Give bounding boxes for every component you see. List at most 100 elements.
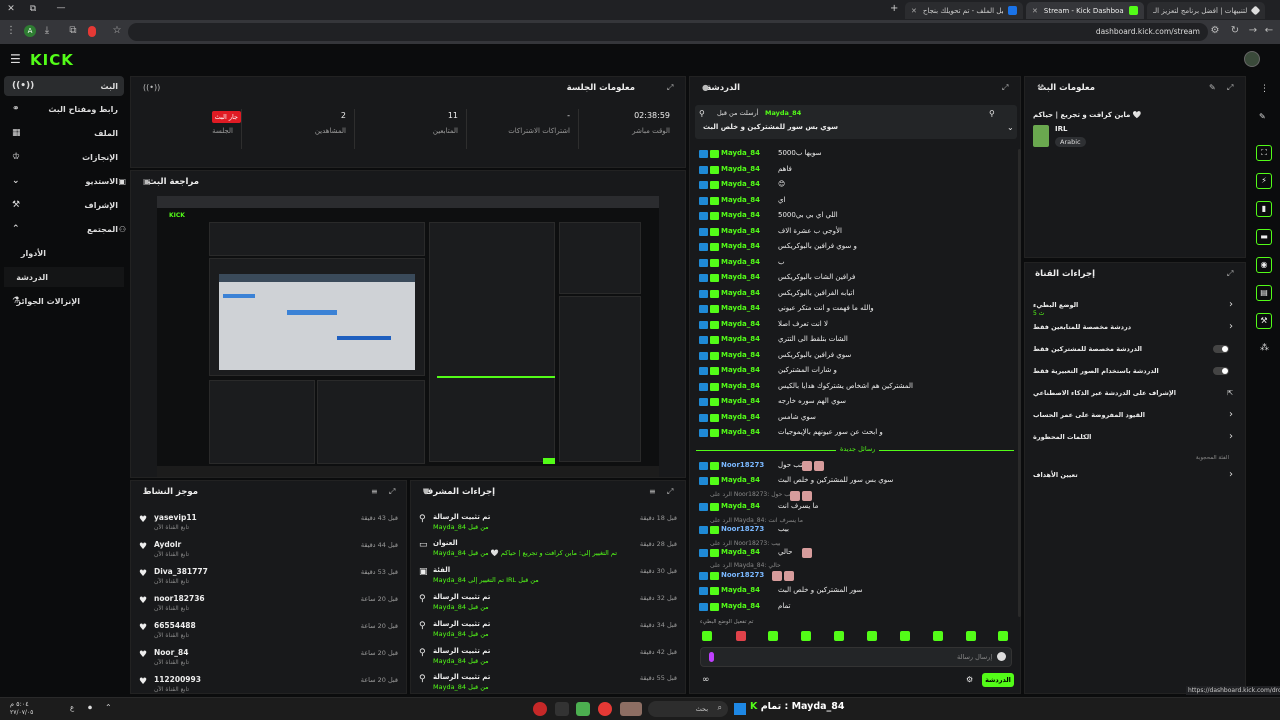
sidebar-item-stream[interactable]: ((•)) البث	[4, 76, 124, 96]
emote-icon[interactable]	[900, 631, 910, 641]
expand-icon[interactable]: ⤢	[389, 487, 395, 497]
hamburger-menu-icon[interactable]: ☰	[10, 52, 21, 66]
expand-icon[interactable]: ⤢	[667, 83, 673, 93]
expand-icon[interactable]: ⤢	[1227, 269, 1233, 279]
unpin-icon[interactable]: ⚲	[989, 109, 995, 118]
ai-moderation-row[interactable]: الإشراف على الدردشة عبر الذكاء الاصطناعي…	[1025, 385, 1245, 405]
emote-icon[interactable]	[933, 631, 943, 641]
kick-header: ☰ KICK	[0, 44, 1280, 74]
emote-only-toggle[interactable]	[1213, 367, 1229, 375]
emote-only-row[interactable]: الدردشة باستخدام الصور التعبيرية فقط	[1025, 363, 1245, 383]
chat-message: Mayda_84 اي	[690, 196, 1012, 210]
rail-more-icon[interactable]: ⁂	[1260, 343, 1269, 353]
kick-favicon-icon	[1129, 6, 1138, 15]
taskbar-search[interactable]: بحث ⌕	[648, 701, 728, 717]
subscribers-only-toggle[interactable]	[1213, 345, 1229, 353]
sidebar-item-community[interactable]: ⌃ المجتمع ⚇	[4, 219, 126, 239]
emote-icon[interactable]	[736, 631, 746, 641]
sidebar-item-stream-key[interactable]: ⚭ رابط ومفتاح البث	[4, 99, 124, 119]
expand-icon[interactable]: ⤢	[667, 487, 673, 497]
tab-notifications[interactable]: التنبيهات | أفضل برنامج لتعزيز الـ	[1147, 2, 1265, 19]
expand-icon[interactable]: ⤢	[1002, 83, 1008, 93]
rail-button-tool-icon[interactable]: ⚒	[1256, 313, 1272, 329]
user-avatar[interactable]	[1244, 51, 1260, 67]
rail-button-bolt-icon[interactable]: ⚡	[1256, 173, 1272, 189]
close-tab-icon[interactable]: ✕	[1032, 7, 1038, 15]
sidebar-item-drops[interactable]: ⚗ الإنزالات الجوائز	[4, 291, 124, 311]
rail-button-scan-icon[interactable]: ⛶	[1256, 145, 1272, 161]
collapse-chevron-icon[interactable]: ⌄	[1007, 123, 1014, 132]
emoji-picker-icon[interactable]	[997, 652, 1006, 661]
minimize-window-icon[interactable]: —	[50, 3, 72, 13]
tab-download[interactable]: ✕ تحميل الملف - تم تحويلك بنجاح	[905, 2, 1023, 19]
sidebar-item-roles[interactable]: الأدوار	[4, 243, 124, 263]
stream-video-preview[interactable]: KICK	[157, 196, 659, 477]
taskbar-clock[interactable]: ٥:٠٤ م	[10, 700, 29, 708]
emote-icon[interactable]	[867, 631, 877, 641]
list-item: ⚲ تم تثبيت الرسالة Mayda_84 من قبل قبل 32 د…	[419, 593, 677, 611]
subscribers-only-row[interactable]: الدردشة مخصصة للمشتركين فقط	[1025, 341, 1245, 361]
chat-users-icon[interactable]: ∞	[702, 675, 710, 685]
edit-icon[interactable]: ✎	[1259, 112, 1266, 121]
sidebar-item-chat[interactable]: الدردشة	[4, 267, 124, 287]
url-field[interactable]: dashboard.kick.com/stream	[128, 23, 1208, 41]
filter-icon[interactable]: ≡	[371, 487, 378, 496]
expand-icon[interactable]: ⤢	[1227, 83, 1233, 93]
taskbar-app-game[interactable]	[620, 702, 642, 716]
download-icon[interactable]: ⤓	[38, 25, 56, 36]
reload-icon[interactable]: ↻	[1226, 25, 1244, 36]
more-menu-icon[interactable]: ⋮	[2, 25, 20, 36]
emote-icon[interactable]	[834, 631, 844, 641]
sidebar-item-studio[interactable]: ⌄ الاستديو ▣	[4, 171, 126, 191]
emote-icon[interactable]	[998, 631, 1008, 641]
tray-expand-icon[interactable]: ⌃	[105, 703, 112, 712]
rail-button-grid-icon[interactable]: ▤	[1256, 285, 1272, 301]
banned-words-row[interactable]: الكلمات المحظورة ›	[1025, 429, 1245, 449]
chat-send-button[interactable]: الدردشة	[982, 673, 1014, 687]
account-age-row[interactable]: القيود المفروضة على عمر الحساب ›	[1025, 407, 1245, 427]
slow-mode-row[interactable]: الوضع البطيء 5 ث ›	[1025, 297, 1245, 317]
start-windows-icon[interactable]	[734, 703, 746, 715]
chat-input[interactable]: إرسال رسالة	[700, 647, 1012, 667]
close-tab-icon[interactable]: ✕	[911, 7, 917, 15]
rail-button-radio-icon[interactable]: ◉	[1256, 257, 1272, 273]
emote-icon[interactable]	[768, 631, 778, 641]
tab-kick-dashboard[interactable]: ✕ Stream - Kick Dashboard	[1026, 2, 1144, 19]
taskbar-app-red[interactable]	[533, 702, 547, 716]
mic-tray-icon[interactable]: ⏺	[88, 703, 92, 713]
emote-icon[interactable]	[702, 631, 712, 641]
language-indicator[interactable]: ع	[70, 704, 74, 712]
bookmark-star-icon[interactable]: ☆	[108, 25, 126, 36]
mic-icon[interactable]	[709, 652, 714, 662]
taskbar-kick-title[interactable]: K تمام : Mayda_84	[750, 701, 845, 712]
rail-button-chat-icon[interactable]: ▬	[1256, 229, 1272, 245]
sidebar-item-profile[interactable]: ▦ الملف	[4, 123, 124, 143]
new-tab-button[interactable]: +	[890, 3, 898, 14]
extensions-icon[interactable]: ⧉	[64, 25, 82, 36]
pin-icon[interactable]: ⚲	[699, 109, 705, 118]
followers-only-row[interactable]: دردشة مخصصة للمتابعين فقط ›	[1025, 319, 1245, 339]
rail-button-note-icon[interactable]: ▮	[1256, 201, 1272, 217]
chat-scrollbar[interactable]	[1018, 149, 1021, 617]
emote-icon[interactable]	[966, 631, 976, 641]
sidebar-item-achievements[interactable]: ♔ الإنجازات	[4, 147, 124, 167]
back-icon[interactable]: ←	[1260, 25, 1278, 36]
profile-icon[interactable]: A	[24, 25, 36, 37]
close-window-icon[interactable]: ✕	[0, 4, 22, 14]
settings-gear-icon[interactable]: ⚙	[966, 675, 973, 684]
taskbar-app-green[interactable]	[576, 702, 590, 716]
site-settings-icon[interactable]: ⚙	[1206, 25, 1224, 36]
taskbar-chrome-icon[interactable]	[598, 702, 612, 716]
preview-kick-logo: KICK	[169, 212, 185, 219]
sidebar-item-moderation[interactable]: ⚒ الإشراف	[4, 195, 124, 215]
restore-window-icon[interactable]: ⧉	[22, 4, 44, 14]
kick-logo[interactable]: KICK	[30, 51, 74, 69]
chat-message: Mayda_84 و شارات المشتركين	[690, 366, 1012, 380]
set-goals-row[interactable]: تعيين الأهداف ›	[1025, 467, 1245, 487]
filter-icon[interactable]: ≡	[649, 487, 656, 496]
emote-icon[interactable]	[801, 631, 811, 641]
more-options-icon[interactable]: ⋮	[1260, 84, 1269, 94]
record-icon[interactable]	[88, 26, 96, 37]
taskbar-app-capcut[interactable]	[555, 702, 569, 716]
edit-pencil-icon[interactable]: ✎	[1209, 83, 1216, 92]
